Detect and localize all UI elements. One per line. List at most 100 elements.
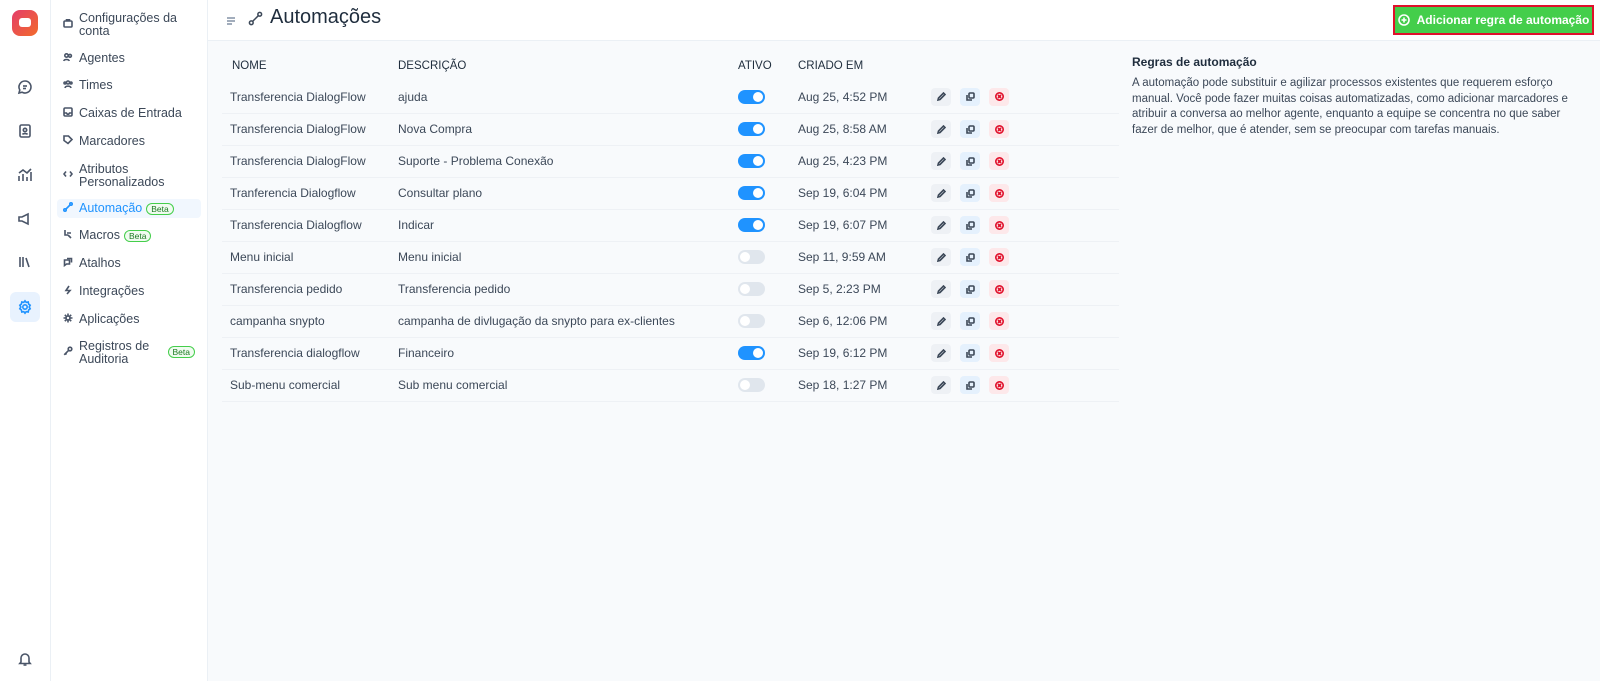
reports-icon[interactable] xyxy=(10,160,40,190)
sidebar-item-shortcuts[interactable]: Atalhos xyxy=(57,257,201,270)
edit-button[interactable] xyxy=(931,152,951,170)
contacts-icon[interactable] xyxy=(10,116,40,146)
actions-cell xyxy=(931,337,1119,370)
bell-icon[interactable] xyxy=(10,644,40,674)
pencil-icon xyxy=(936,156,946,166)
close-circle-icon xyxy=(994,348,1004,358)
clone-button[interactable] xyxy=(960,216,980,234)
chat-icon[interactable] xyxy=(10,72,40,102)
created-at: Sep 6, 12:06 PM xyxy=(798,305,931,338)
edit-button[interactable] xyxy=(931,184,951,202)
created-at: Sep 11, 9:59 AM xyxy=(798,241,931,274)
active-toggle[interactable] xyxy=(738,122,765,137)
beta-badge: Beta xyxy=(146,203,174,215)
menu-toggle-icon[interactable] xyxy=(226,13,236,25)
delete-button[interactable] xyxy=(989,248,1009,266)
active-cell xyxy=(738,273,798,306)
pencil-icon xyxy=(936,348,946,358)
delete-button[interactable] xyxy=(989,120,1009,138)
edit-button[interactable] xyxy=(931,248,951,266)
active-toggle[interactable] xyxy=(738,250,765,265)
copy-icon xyxy=(965,252,975,262)
clone-button[interactable] xyxy=(960,344,980,362)
sidebar-item-audit-logs[interactable]: Registros de Auditoria Beta xyxy=(57,340,201,366)
sidebar-item-account-settings[interactable]: Configurações da conta xyxy=(57,12,201,38)
delete-button[interactable] xyxy=(989,280,1009,298)
inbox-icon xyxy=(63,107,75,120)
automation-icon xyxy=(62,201,75,215)
edit-button[interactable] xyxy=(931,216,951,234)
people-icon xyxy=(63,52,75,65)
library-icon[interactable] xyxy=(10,247,40,277)
page-header: Automações Adicionar regra de automação xyxy=(208,0,1600,41)
sidebar-item-macros[interactable]: Macros Beta xyxy=(57,229,201,242)
info-text: A automação pode substituir e agilizar p… xyxy=(1132,77,1568,136)
delete-button[interactable] xyxy=(989,312,1009,330)
close-circle-icon xyxy=(994,380,1004,390)
campaigns-icon[interactable] xyxy=(10,204,40,234)
sidebar-item-integrations[interactable]: Integrações xyxy=(57,285,201,298)
clone-button[interactable] xyxy=(960,120,980,138)
settings-icon[interactable] xyxy=(10,292,40,322)
active-toggle[interactable] xyxy=(738,186,765,201)
edit-button[interactable] xyxy=(931,376,951,394)
delete-button[interactable] xyxy=(989,344,1009,362)
delete-button[interactable] xyxy=(989,87,1009,106)
sidebar-item-inboxes[interactable]: Caixas de Entrada xyxy=(57,107,201,120)
delete-button[interactable] xyxy=(989,184,1009,202)
column-header-created: CRIADO EM xyxy=(798,60,864,72)
main-content: NOME DESCRIÇÃO ATIVO CRIADO EM Transfere… xyxy=(208,41,1600,681)
sidebar-item-labels[interactable]: Marcadores xyxy=(57,135,201,148)
delete-button[interactable] xyxy=(989,216,1009,234)
created-at: Sep 19, 6:04 PM xyxy=(798,177,931,210)
sidebar-item-label: Configurações da conta xyxy=(79,11,177,38)
sidebar-item-automation[interactable]: Automação Beta xyxy=(57,199,201,218)
copy-icon xyxy=(965,156,975,166)
edit-button[interactable] xyxy=(931,344,951,362)
close-circle-icon xyxy=(994,252,1004,262)
edit-button[interactable] xyxy=(931,280,951,298)
clone-button[interactable] xyxy=(960,87,980,106)
copy-icon xyxy=(965,380,975,390)
active-toggle[interactable] xyxy=(738,218,765,233)
automation-description: Nova Compra xyxy=(398,113,738,146)
sidebar-item-teams[interactable]: Times xyxy=(57,79,201,92)
active-toggle[interactable] xyxy=(738,314,765,329)
active-toggle[interactable] xyxy=(738,154,765,169)
table-header-row: NOME DESCRIÇÃO ATIVO CRIADO EM xyxy=(222,51,1119,81)
clone-button[interactable] xyxy=(960,280,980,298)
clone-button[interactable] xyxy=(960,312,980,330)
active-toggle[interactable] xyxy=(738,90,765,105)
sidebar-item-label: Aplicações xyxy=(79,312,140,326)
active-toggle[interactable] xyxy=(738,378,765,393)
delete-button[interactable] xyxy=(989,152,1009,170)
clone-button[interactable] xyxy=(960,152,980,170)
sidebar-item-applications[interactable]: Aplicações xyxy=(57,313,201,326)
pencil-icon xyxy=(936,124,946,134)
delete-button[interactable] xyxy=(989,376,1009,394)
edit-button[interactable] xyxy=(931,312,951,330)
app-logo[interactable] xyxy=(12,10,38,36)
clone-button[interactable] xyxy=(960,184,980,202)
edit-button[interactable] xyxy=(931,87,951,106)
actions-cell xyxy=(931,177,1119,210)
sidebar-item-agents[interactable]: Agentes xyxy=(57,52,201,65)
active-toggle[interactable] xyxy=(738,346,765,361)
created-at: Sep 19, 6:12 PM xyxy=(798,337,931,370)
automation-description: Suporte - Problema Conexão xyxy=(398,145,738,178)
clone-button[interactable] xyxy=(960,376,980,394)
close-circle-icon xyxy=(994,220,1004,230)
close-circle-icon xyxy=(994,124,1004,134)
sidebar-item-custom-attributes[interactable]: Atributos Personalizados xyxy=(57,163,201,189)
edit-button[interactable] xyxy=(931,120,951,138)
clone-button[interactable] xyxy=(960,248,980,266)
copy-icon xyxy=(965,92,975,102)
sidebar-item-label: Atributos Personalizados xyxy=(79,162,165,189)
add-automation-rule-button[interactable]: Adicionar regra de automação xyxy=(1393,5,1594,35)
actions-cell xyxy=(931,241,1119,274)
team-icon xyxy=(63,79,75,92)
automation-name: Transferencia dialogflow xyxy=(222,337,398,370)
active-toggle[interactable] xyxy=(738,282,765,297)
active-cell xyxy=(738,209,798,242)
automation-name: campanha snypto xyxy=(222,305,398,338)
